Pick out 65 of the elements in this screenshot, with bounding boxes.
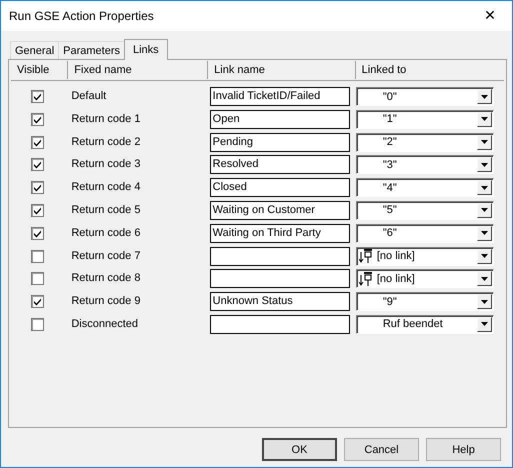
window-title: Run GSE Action Properties xyxy=(9,9,154,23)
fixed-name: Return code 8 xyxy=(71,272,140,284)
link-name-field[interactable]: Resolved xyxy=(210,155,350,174)
column-header: Visible xyxy=(11,61,68,79)
link-name-field[interactable]: Open xyxy=(210,110,350,129)
check-icon xyxy=(32,160,42,170)
link-name-field[interactable]: Waiting on Customer xyxy=(210,200,350,220)
link-name-field[interactable]: Pending xyxy=(210,132,350,152)
visible-checkbox[interactable] xyxy=(30,204,44,217)
linked-to-dropdown[interactable]: [no link] xyxy=(356,269,494,288)
check-icon xyxy=(32,183,42,192)
visible-checkbox[interactable] xyxy=(30,112,44,126)
linked-to-dropdown[interactable]: [no link] xyxy=(356,246,494,266)
dialog-button[interactable]: Help xyxy=(426,438,501,461)
fixed-name: Disconnected xyxy=(71,318,138,330)
fixed-name: Return code 9 xyxy=(71,295,140,308)
linked-to-dropdown[interactable]: "4" xyxy=(356,178,494,198)
visible-checkbox[interactable] xyxy=(30,90,44,103)
fixed-name: Return code 2 xyxy=(71,136,140,148)
link-name-field[interactable] xyxy=(210,269,350,288)
unlink-icon xyxy=(358,270,373,287)
check-icon xyxy=(32,228,42,238)
fixed-name: Return code 6 xyxy=(71,226,140,239)
dialog-button[interactable]: OK xyxy=(262,438,337,461)
fixed-name: Return code 3 xyxy=(71,158,140,170)
visible-checkbox[interactable] xyxy=(30,318,44,331)
check-icon xyxy=(32,206,42,215)
linked-to-dropdown[interactable]: "6" xyxy=(356,224,494,243)
visible-checkbox[interactable] xyxy=(30,226,44,240)
tab[interactable]: General xyxy=(10,41,60,59)
visible-checkbox[interactable] xyxy=(30,181,44,194)
link-name-field[interactable]: Unknown Status xyxy=(210,292,350,312)
link-name-field[interactable] xyxy=(210,314,350,334)
linked-to-dropdown[interactable]: "2" xyxy=(356,132,494,152)
check-icon xyxy=(32,138,42,147)
linked-to-dropdown[interactable]: "1" xyxy=(356,110,494,129)
visible-checkbox[interactable] xyxy=(30,272,44,286)
column-header: Linked to xyxy=(360,63,408,78)
check-icon xyxy=(32,297,42,306)
column-header: Fixed name xyxy=(68,61,208,79)
tab[interactable]: Links xyxy=(124,39,168,60)
dialog-button[interactable]: Cancel xyxy=(344,438,419,461)
visible-checkbox[interactable] xyxy=(30,136,44,149)
check-icon xyxy=(32,114,42,124)
link-name-field[interactable] xyxy=(210,246,350,266)
column-header: Link name xyxy=(208,61,356,79)
unlink-icon xyxy=(358,248,373,264)
link-name-field[interactable]: Closed xyxy=(210,178,350,198)
visible-checkbox[interactable] xyxy=(30,295,44,308)
visible-checkbox[interactable] xyxy=(30,158,44,172)
close-button[interactable]: ✕ xyxy=(468,1,512,31)
linked-to-dropdown[interactable]: "5" xyxy=(356,200,494,220)
fixed-name: Return code 1 xyxy=(71,112,140,125)
linked-to-dropdown[interactable]: "9" xyxy=(356,292,494,312)
fixed-name: Return code 7 xyxy=(71,250,140,262)
linked-to-dropdown[interactable]: "3" xyxy=(356,155,494,174)
check-icon xyxy=(32,92,42,101)
linked-to-dropdown[interactable]: "0" xyxy=(356,87,494,106)
fixed-name: Default xyxy=(71,90,106,102)
linked-to-dropdown[interactable]: Ruf beendet xyxy=(356,314,494,334)
fixed-name: Return code 4 xyxy=(71,181,140,194)
visible-checkbox[interactable] xyxy=(30,250,44,263)
link-name-field[interactable]: Invalid TicketID/Failed xyxy=(210,87,350,106)
fixed-name: Return code 5 xyxy=(71,204,140,216)
link-name-field[interactable]: Waiting on Third Party xyxy=(210,224,350,243)
